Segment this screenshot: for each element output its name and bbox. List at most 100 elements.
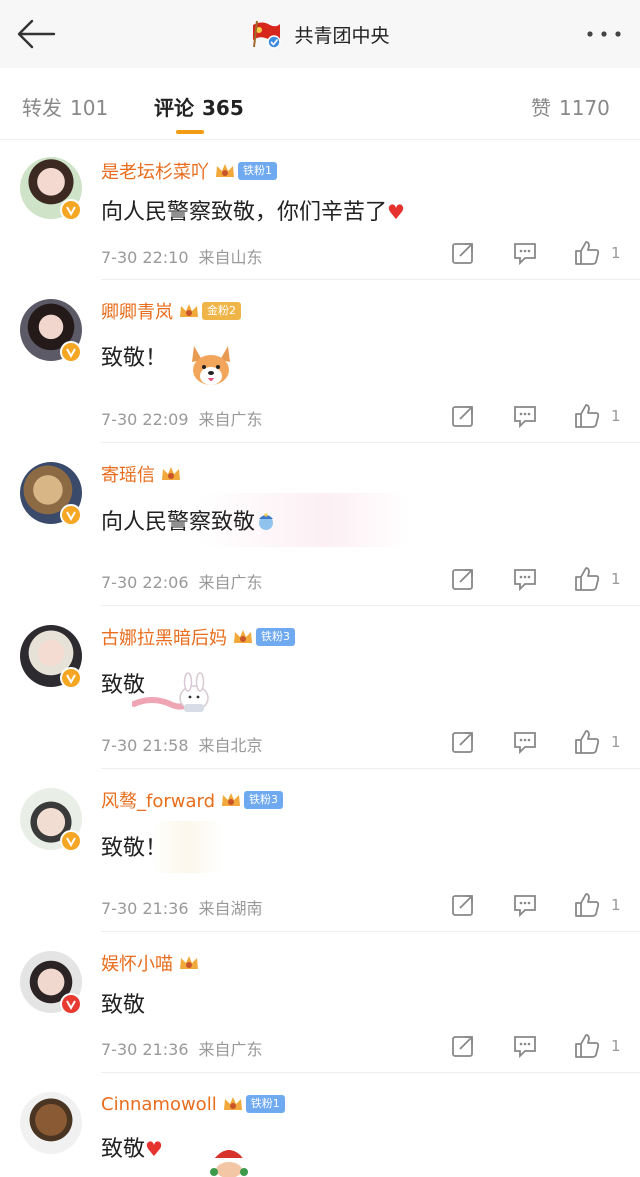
crown-icon	[178, 953, 200, 973]
fan-badge: 铁粉1	[245, 1095, 285, 1113]
heart-emoji-icon: ♥	[387, 200, 405, 224]
username[interactable]: 娱怀小喵	[101, 950, 173, 976]
comment-icon[interactable]	[512, 403, 538, 429]
comment-text-row: 向人民警察致敬，你们辛苦了♥	[101, 194, 405, 226]
tab-likes-label: 赞	[531, 96, 551, 120]
comment-time: 7-30 21:36	[101, 1040, 189, 1059]
comment-text: 致敬	[101, 993, 146, 1018]
comment-item: 风骜_forward 铁粉3 致敬！ 7-30 21:36 来自湖南 1	[0, 769, 640, 932]
fan-badge: 铁粉3	[256, 628, 295, 646]
like-count: 1	[611, 1037, 621, 1055]
fan-badge: 金粉2	[202, 302, 241, 320]
username[interactable]: 寄瑶信	[101, 461, 155, 487]
share-icon[interactable]	[450, 892, 476, 918]
header-title-group: 共青团中央	[0, 18, 640, 50]
comment-location: 来自广东	[198, 1040, 263, 1059]
share-icon[interactable]	[450, 1033, 476, 1059]
comment-time: 7-30 21:58	[101, 736, 189, 755]
user-row: 娱怀小喵	[101, 950, 200, 976]
crown-icon	[220, 790, 242, 810]
tab-likes-count: 1170	[559, 96, 610, 120]
like-thumb-icon[interactable]	[573, 565, 600, 591]
active-tab-indicator	[176, 130, 204, 134]
corgi-sticker-icon	[186, 342, 236, 390]
comment-meta: 7-30 21:58 来自北京	[101, 732, 263, 756]
like-count: 1	[611, 407, 621, 425]
like-count: 1	[611, 896, 621, 914]
comment-time: 7-30 22:06	[101, 573, 189, 592]
comment-time: 7-30 22:10	[101, 248, 189, 267]
like-thumb-icon[interactable]	[573, 1032, 600, 1058]
comment-text-row: 致敬♥	[101, 1131, 163, 1163]
comment-item: 是老坛杉菜吖 铁粉1 向人民警察致敬，你们辛苦了♥ 7-30 22:10 来自山东…	[0, 140, 640, 280]
heart-emoji-icon: ♥	[145, 1137, 163, 1161]
share-icon[interactable]	[450, 403, 476, 429]
like-thumb-icon[interactable]	[573, 402, 600, 428]
tab-comments-label: 评论	[154, 96, 194, 120]
crown-icon	[232, 627, 254, 647]
santa-sticker-icon	[206, 1143, 252, 1177]
like-thumb-icon[interactable]	[573, 728, 600, 754]
tab-bar: 转发 101 评论 365 赞 1170	[0, 68, 640, 140]
user-row: 古娜拉黑暗后妈 铁粉3	[101, 624, 295, 650]
avatar[interactable]	[20, 1092, 82, 1154]
tab-comments[interactable]: 评论 365	[154, 92, 244, 121]
verified-badge-icon	[60, 667, 82, 689]
share-icon[interactable]	[450, 729, 476, 755]
tab-reposts-label: 转发	[22, 96, 62, 120]
user-row: 寄瑶信	[101, 461, 182, 487]
user-row: Cinnamowoll 铁粉1	[101, 1091, 285, 1117]
comment-item: 娱怀小喵 致敬 7-30 21:36 来自广东 1	[0, 932, 640, 1073]
like-count: 1	[611, 244, 621, 262]
share-icon[interactable]	[450, 566, 476, 592]
comment-location: 来自广东	[198, 410, 263, 429]
comment-icon[interactable]	[512, 1033, 538, 1059]
comment-text: 致敬！	[101, 346, 168, 371]
comment-icon[interactable]	[512, 566, 538, 592]
salute-emoji-icon	[255, 510, 277, 532]
crown-icon	[214, 161, 236, 181]
user-row: 风骜_forward 铁粉3	[101, 787, 284, 813]
crown-icon	[178, 301, 200, 321]
comment-item: 古娜拉黑暗后妈 铁粉3 致敬 7-30 21:58 来自北京 1	[0, 606, 640, 769]
comment-text: 致敬	[101, 1137, 146, 1162]
like-count: 1	[611, 733, 621, 751]
username[interactable]: 古娜拉黑暗后妈	[101, 624, 227, 650]
fan-badge: 铁粉3	[244, 791, 284, 809]
comment-text: 向人民警察致敬	[101, 510, 256, 535]
more-dots-icon[interactable]	[584, 24, 624, 44]
verified-badge-icon	[60, 199, 82, 221]
tab-comments-count: 365	[202, 96, 244, 120]
username[interactable]: 是老坛杉菜吖	[101, 158, 209, 184]
comment-time: 7-30 21:36	[101, 899, 189, 918]
comment-icon[interactable]	[512, 240, 538, 266]
tab-likes[interactable]: 赞 1170	[531, 92, 610, 121]
verified-badge-icon	[60, 993, 82, 1015]
like-thumb-icon[interactable]	[573, 891, 600, 917]
bunny-sticker-icon	[131, 670, 214, 714]
comment-item: Cinnamowoll 铁粉1 致敬♥	[0, 1073, 640, 1177]
share-icon[interactable]	[450, 240, 476, 266]
comment-meta: 7-30 21:36 来自湖南	[101, 895, 263, 919]
user-row: 卿卿青岚 金粉2	[101, 298, 241, 324]
username[interactable]: 风骜_forward	[101, 787, 215, 813]
comment-icon[interactable]	[512, 729, 538, 755]
user-row: 是老坛杉菜吖 铁粉1	[101, 158, 277, 184]
comment-meta: 7-30 21:36 来自广东	[101, 1036, 263, 1060]
username[interactable]: 卿卿青岚	[101, 298, 173, 324]
comment-time: 7-30 22:09	[101, 410, 189, 429]
like-thumb-icon[interactable]	[573, 239, 600, 265]
like-count: 1	[611, 570, 621, 588]
comment-text: 向人民警察致敬，你们辛苦了	[101, 200, 388, 225]
comment-icon[interactable]	[512, 892, 538, 918]
comment-location: 来自湖南	[198, 899, 263, 918]
comment-location: 来自山东	[198, 248, 263, 267]
username[interactable]: Cinnamowoll	[101, 1094, 217, 1115]
comment-text: 致敬！	[101, 836, 168, 861]
verified-badge-icon	[60, 830, 82, 852]
fan-badge: 铁粉1	[238, 162, 277, 180]
crown-icon	[160, 464, 182, 484]
tab-reposts[interactable]: 转发 101	[22, 92, 108, 121]
comment-meta: 7-30 22:10 来自山东	[101, 244, 263, 268]
page-title: 共青团中央	[294, 24, 390, 47]
